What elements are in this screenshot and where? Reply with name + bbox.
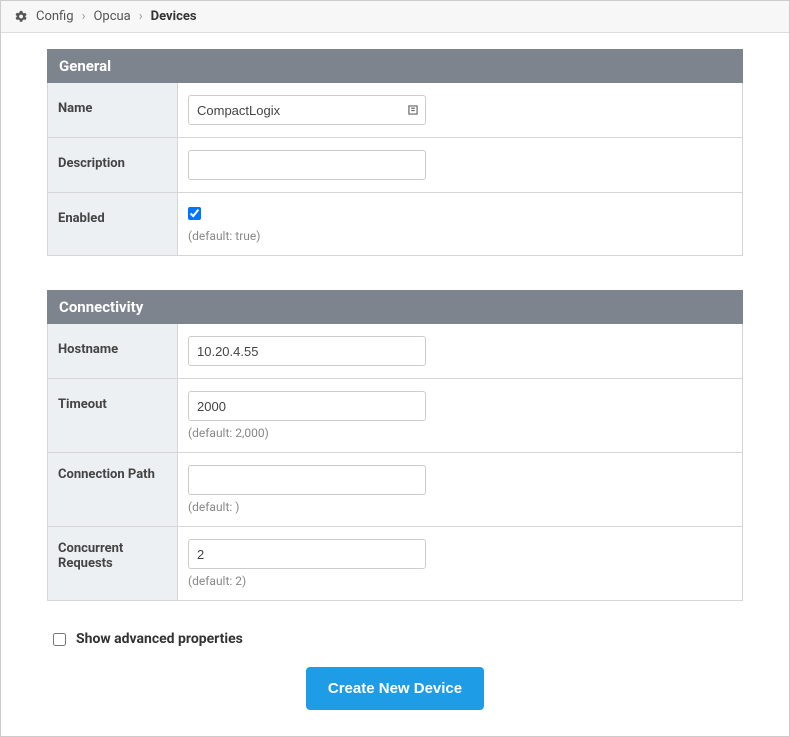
field-row-enabled: Enabled (default: true): [48, 193, 742, 255]
create-new-device-button[interactable]: Create New Device: [306, 667, 484, 710]
name-input[interactable]: [188, 95, 426, 125]
section-header-connectivity: Connectivity: [47, 290, 743, 324]
description-input[interactable]: [188, 150, 426, 180]
timeout-default-text: (default: 2,000): [188, 426, 732, 440]
advanced-row: Show advanced properties: [47, 631, 743, 647]
enabled-checkbox[interactable]: [188, 207, 201, 220]
submit-row: Create New Device: [47, 667, 743, 710]
label-connection-path: Connection Path: [48, 453, 178, 526]
hostname-input[interactable]: [188, 336, 426, 366]
label-hostname: Hostname: [48, 324, 178, 378]
field-row-name: Name: [48, 83, 742, 138]
label-enabled: Enabled: [48, 193, 178, 255]
show-advanced-label: Show advanced properties: [76, 631, 243, 647]
label-timeout: Timeout: [48, 379, 178, 452]
concurrent-requests-default-text: (default: 2): [188, 574, 732, 588]
section-body-general: Name Description Enabled (default: true): [47, 83, 743, 256]
connection-path-input[interactable]: [188, 465, 426, 495]
breadcrumb-opcua[interactable]: Opcua: [93, 9, 130, 24]
field-row-hostname: Hostname: [48, 324, 742, 379]
section-header-general: General: [47, 49, 743, 83]
chevron-right-icon: ›: [139, 9, 143, 24]
concurrent-requests-input[interactable]: [188, 539, 426, 569]
connection-path-default-text: (default: ): [188, 500, 732, 514]
section-body-connectivity: Hostname Timeout (default: 2,000) Connec…: [47, 324, 743, 601]
enabled-default-text: (default: true): [188, 229, 732, 243]
chevron-right-icon: ›: [82, 9, 86, 24]
field-row-connection-path: Connection Path (default: ): [48, 453, 742, 527]
field-row-timeout: Timeout (default: 2,000): [48, 379, 742, 453]
field-row-concurrent-requests: Concurrent Requests (default: 2): [48, 527, 742, 600]
label-name: Name: [48, 83, 178, 137]
label-concurrent-requests: Concurrent Requests: [48, 527, 178, 600]
gear-icon: [15, 10, 28, 23]
timeout-input[interactable]: [188, 391, 426, 421]
breadcrumb: Config › Opcua › Devices: [1, 1, 789, 33]
content-area: General Name Description Enabled (defaul…: [1, 33, 789, 730]
breadcrumb-config[interactable]: Config: [36, 9, 74, 24]
show-advanced-checkbox[interactable]: [53, 633, 66, 646]
field-row-description: Description: [48, 138, 742, 193]
breadcrumb-devices: Devices: [151, 9, 197, 24]
label-description: Description: [48, 138, 178, 192]
